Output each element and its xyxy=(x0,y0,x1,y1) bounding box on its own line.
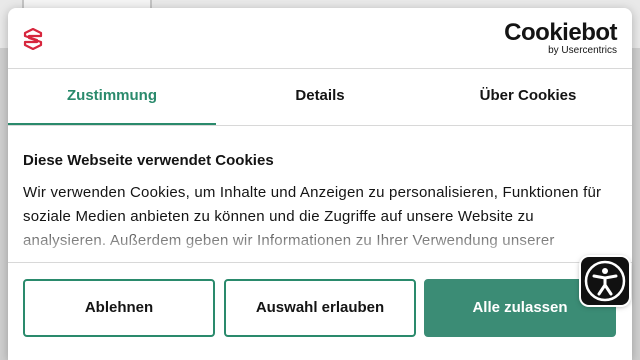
tab-about-cookies[interactable]: Über Cookies xyxy=(424,69,632,125)
content-fade xyxy=(8,222,632,262)
accessibility-button[interactable] xyxy=(581,257,629,305)
brand-logo[interactable]: Cookiebot by Usercentrics xyxy=(504,21,617,56)
decline-button[interactable]: Ablehnen xyxy=(23,279,215,337)
button-bar: Ablehnen Auswahl erlauben Alle zulassen xyxy=(8,262,632,360)
brand-sub: by Usercentrics xyxy=(548,45,617,56)
consent-content: Diese Webseite verwendet Cookies Wir ver… xyxy=(8,126,632,262)
tab-consent[interactable]: Zustimmung xyxy=(8,69,216,125)
tab-details[interactable]: Details xyxy=(216,69,424,125)
accessibility-icon xyxy=(584,260,626,302)
allow-selection-button[interactable]: Auswahl erlauben xyxy=(224,279,416,337)
dialog-header: Cookiebot by Usercentrics xyxy=(8,8,632,69)
tab-bar: Zustimmung Details Über Cookies xyxy=(8,69,632,126)
cookie-consent-dialog: Cookiebot by Usercentrics Zustimmung Det… xyxy=(8,8,632,360)
content-title: Diese Webseite verwendet Cookies xyxy=(23,152,274,169)
cookiebot-s-icon xyxy=(23,28,43,50)
brand-name: Cookiebot xyxy=(504,19,617,46)
